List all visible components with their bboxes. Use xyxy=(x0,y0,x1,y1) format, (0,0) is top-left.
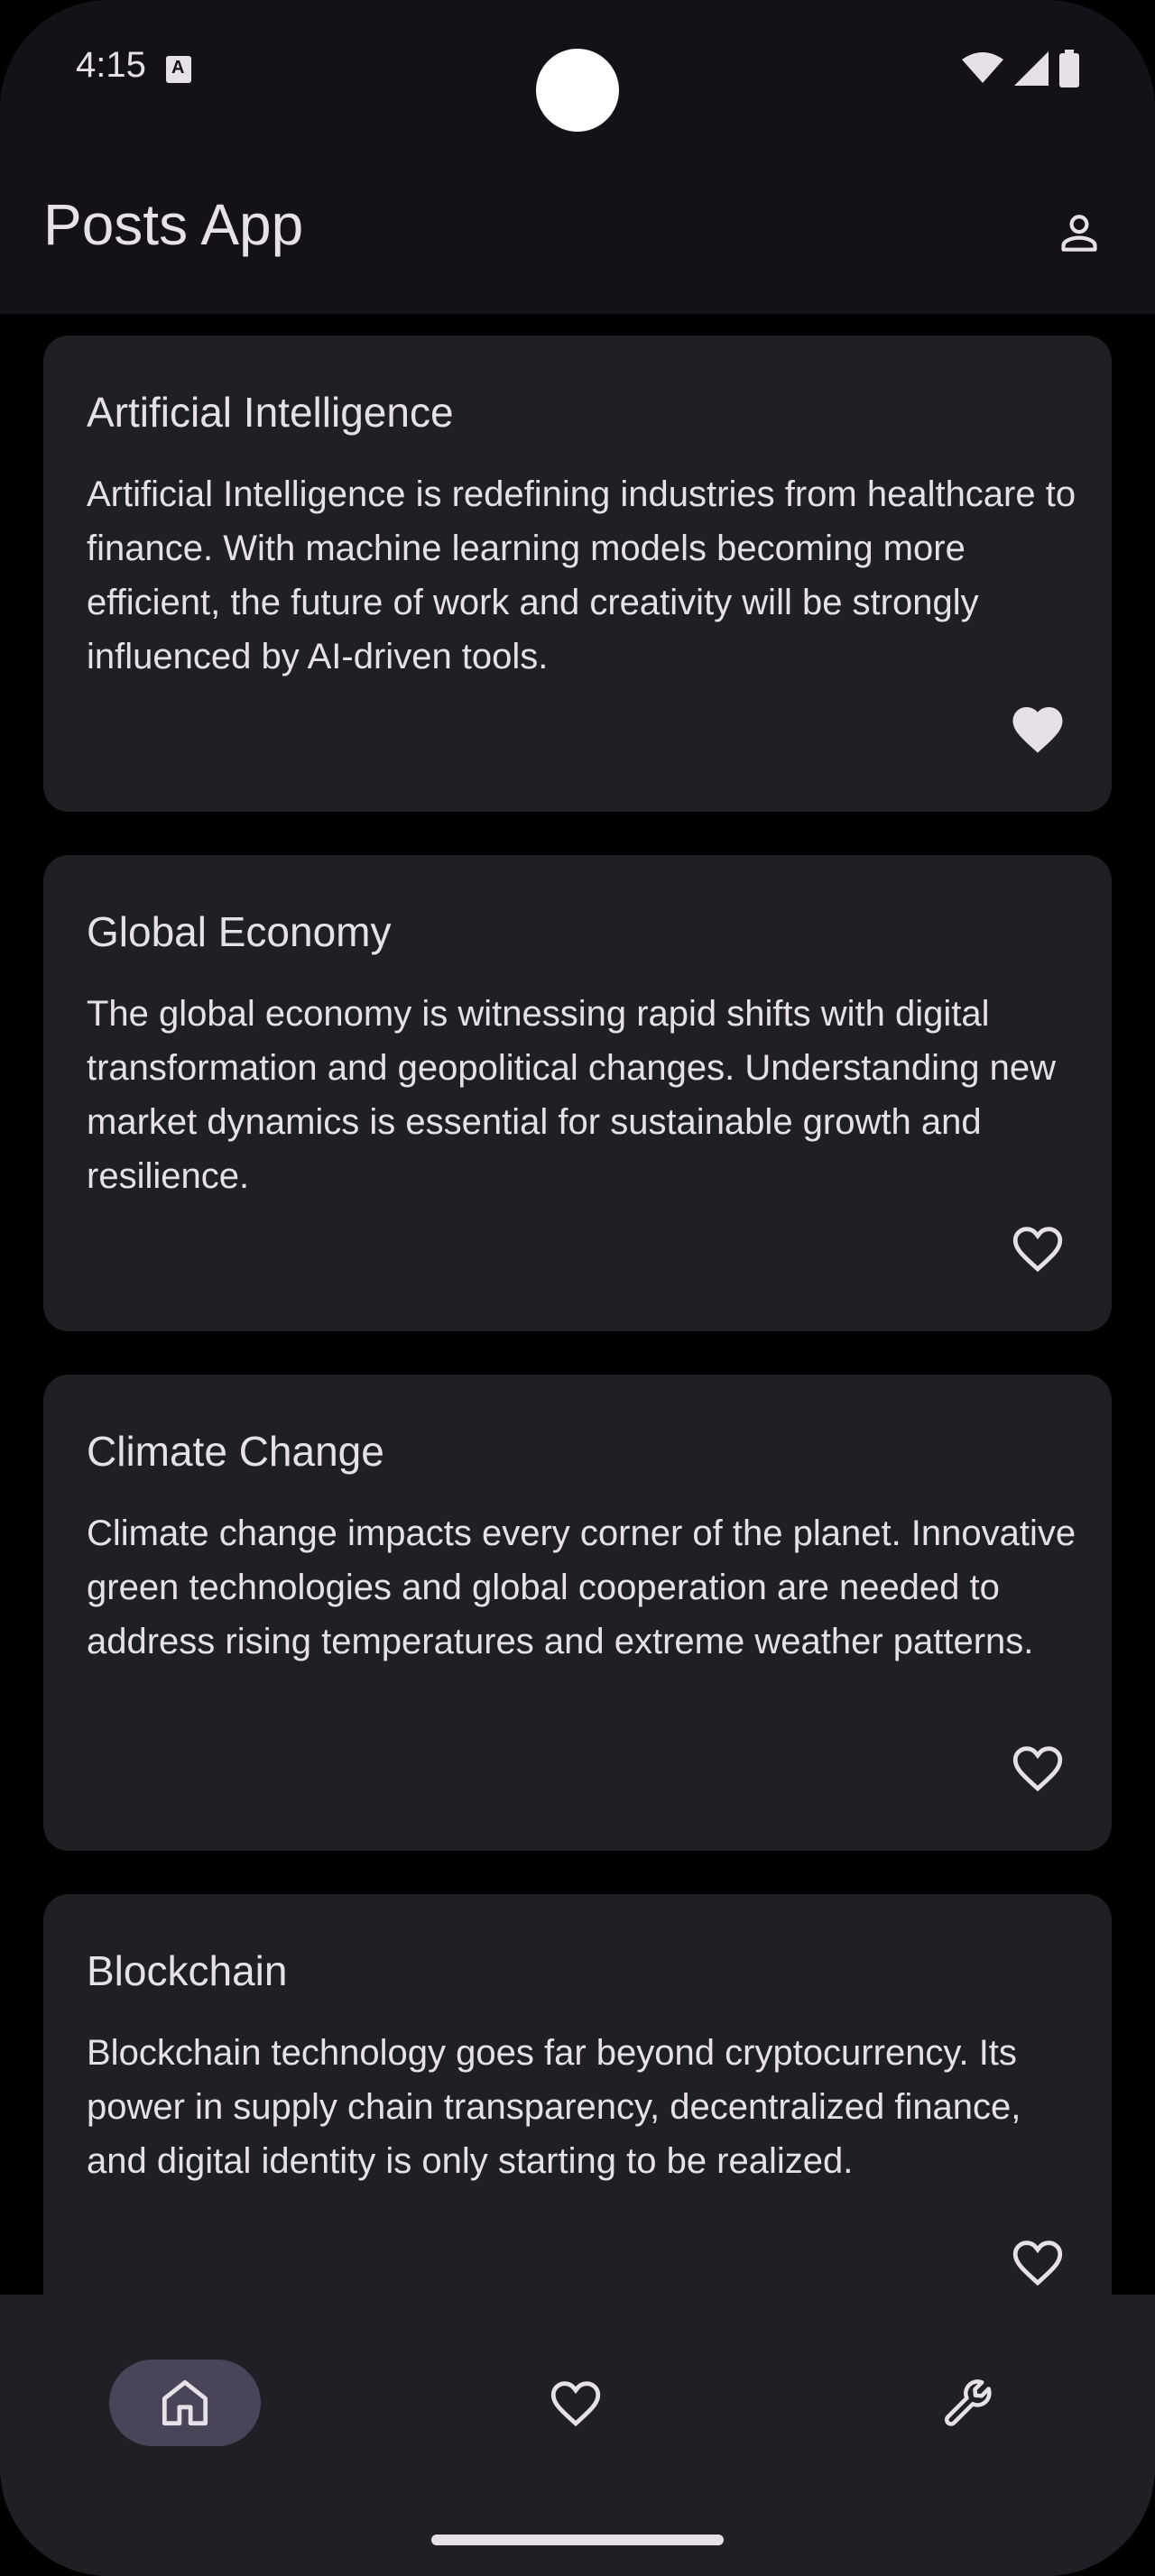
post-list[interactable]: Artificial Intelligence Artificial Intel… xyxy=(0,314,1155,2295)
wrench-icon xyxy=(944,2379,992,2426)
gesture-home-indicator[interactable] xyxy=(431,2535,724,2545)
status-bar: 4:15 xyxy=(0,0,1155,144)
post-body: The global economy is witnessing rapid s… xyxy=(87,994,1057,1196)
accessibility-notification-icon xyxy=(166,56,191,83)
nav-item-tools[interactable] xyxy=(892,2360,1044,2446)
nav-item-favorites[interactable] xyxy=(500,2360,651,2446)
camera-cutout xyxy=(536,49,619,132)
post-body: Artificial Intelligence is redefining in… xyxy=(87,474,1076,676)
post-card[interactable]: Blockchain Blockchain technology goes fa… xyxy=(43,1894,1112,2295)
status-icons xyxy=(962,49,1079,88)
heart-outline-icon xyxy=(1012,1746,1063,1792)
heart-outline-icon xyxy=(550,2381,601,2427)
post-body: Climate change impacts every corner of t… xyxy=(87,1513,1076,1661)
person-outline-icon xyxy=(1061,215,1097,252)
post-body: Blockchain technology goes far beyond cr… xyxy=(87,2033,1021,2181)
post-title: Global Economy xyxy=(87,908,392,955)
post-card[interactable]: Climate Change Climate change impacts ev… xyxy=(43,1375,1112,1851)
favorite-button[interactable] xyxy=(1000,1210,1076,1286)
favorite-button[interactable] xyxy=(1000,2224,1076,2295)
heart-outline-icon xyxy=(1012,1227,1063,1273)
post-card[interactable]: Global Economy The global economy is wit… xyxy=(43,855,1112,1331)
post-title: Artificial Intelligence xyxy=(87,389,454,436)
favorite-button[interactable] xyxy=(1000,1730,1076,1806)
favorite-button[interactable] xyxy=(1000,691,1076,767)
heart-outline-icon xyxy=(1012,2240,1063,2286)
app-title: Posts App xyxy=(43,192,304,257)
heart-filled-icon xyxy=(1012,707,1063,753)
cellular-signal-icon xyxy=(1014,51,1049,86)
account-button[interactable] xyxy=(1041,195,1117,271)
top-app-bar: Posts App xyxy=(0,144,1155,314)
wifi-icon xyxy=(962,52,1003,83)
home-icon xyxy=(162,2379,208,2426)
post-title: Blockchain xyxy=(87,1947,288,1994)
status-time: 4:15 xyxy=(76,45,146,85)
phone-screen: 4:15 Posts App Artificia xyxy=(0,0,1155,2576)
nav-item-home[interactable] xyxy=(109,2360,261,2446)
post-title: Climate Change xyxy=(87,1428,384,1475)
post-card[interactable]: Artificial Intelligence Artificial Intel… xyxy=(43,336,1112,812)
battery-icon xyxy=(1059,50,1079,87)
